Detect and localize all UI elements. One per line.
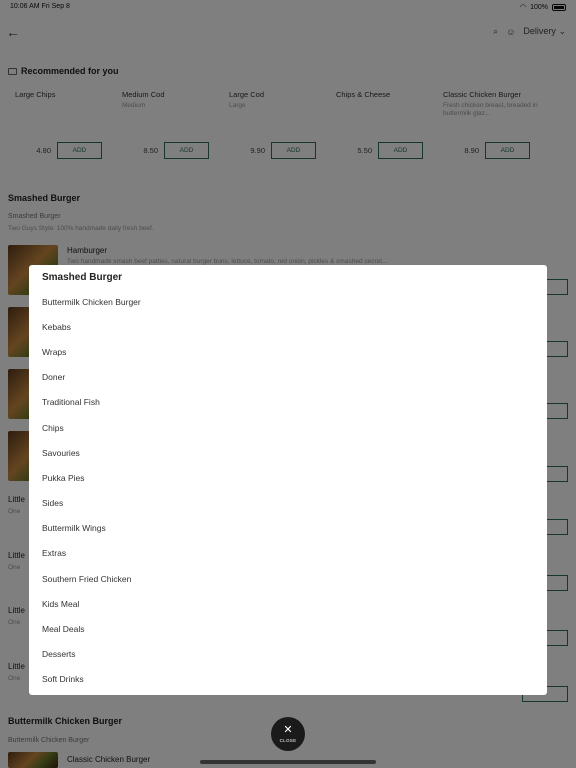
category-item[interactable]: Pukka Pies	[29, 465, 547, 490]
category-item[interactable]: Sides	[29, 491, 547, 516]
category-item[interactable]: Buttermilk Wings	[29, 516, 547, 541]
category-item[interactable]: Kebabs	[29, 314, 547, 339]
category-item[interactable]: Desserts	[29, 642, 547, 667]
category-item[interactable]: Chips	[29, 415, 547, 440]
category-item[interactable]: Wraps	[29, 339, 547, 364]
modal-title: Smashed Burger	[42, 272, 123, 283]
home-indicator	[200, 760, 376, 764]
close-button[interactable]: ✕ CLOSE	[271, 717, 305, 751]
category-item[interactable]: Doner	[29, 365, 547, 390]
category-item[interactable]: Buttermilk Chicken Burger	[29, 289, 547, 314]
category-item[interactable]: Kids Meal	[29, 591, 547, 616]
category-item[interactable]: Southern Fried Chicken	[29, 566, 547, 591]
category-item[interactable]: Savouries	[29, 440, 547, 465]
category-list: Buttermilk Chicken Burger Kebabs Wraps D…	[29, 289, 547, 692]
close-icon: ✕	[283, 724, 293, 736]
category-item[interactable]: Extras	[29, 541, 547, 566]
category-picker-modal: Smashed Burger Buttermilk Chicken Burger…	[29, 265, 547, 695]
category-item[interactable]: Meal Deals	[29, 616, 547, 641]
close-label: CLOSE	[279, 738, 297, 743]
category-item[interactable]: Soft Drinks	[29, 667, 547, 692]
category-item[interactable]: Traditional Fish	[29, 390, 547, 415]
